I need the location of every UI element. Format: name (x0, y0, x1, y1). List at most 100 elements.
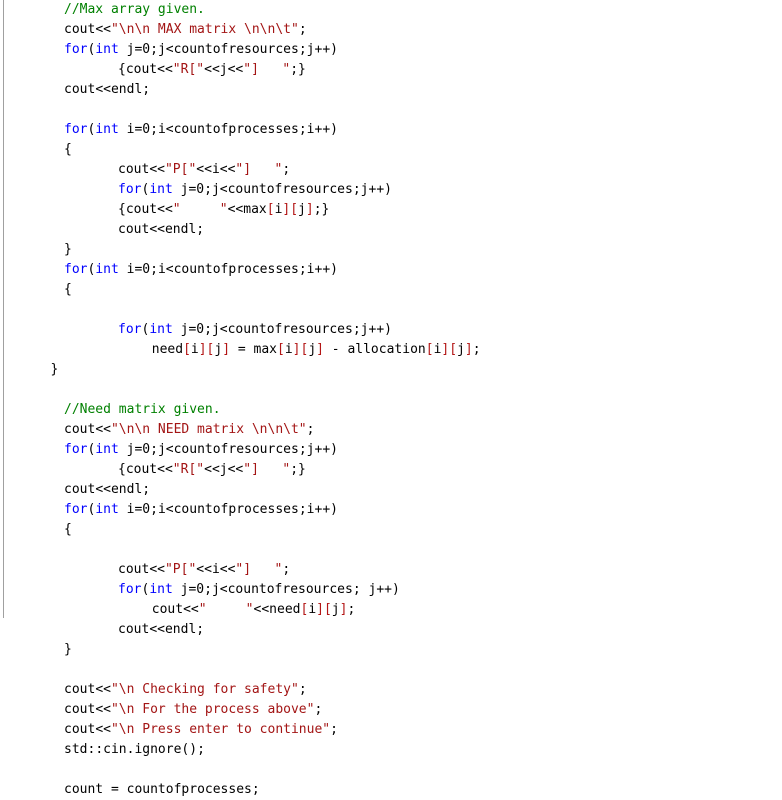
code-token: cout (64, 482, 96, 497)
code-token: 0 (142, 262, 151, 277)
code-line[interactable]: cout<<"\n\n NEED matrix \n\n\t"; (0, 420, 782, 440)
code-token: ; (313, 202, 322, 217)
code-token: ; (204, 182, 212, 197)
code-token: j (457, 342, 465, 357)
code-line[interactable]: for(int j=0;j<countofresources;j++) (0, 180, 782, 200)
code-token: ; (352, 182, 361, 197)
code-token: + (322, 262, 331, 277)
code-line[interactable] (0, 660, 782, 680)
code-line[interactable]: cout<<endl; (0, 480, 782, 500)
code-line[interactable]: {cout<<"R["<<j<<"] ";} (0, 60, 782, 80)
code-token: j (331, 602, 340, 617)
code-token: 0 (142, 42, 151, 57)
code-listing[interactable]: //Max array given. cout<<"\n\n MAX matrix… (0, 0, 782, 800)
code-token: < (219, 322, 228, 337)
code-line[interactable]: for(int j=0;j<countofresources;j++) (0, 40, 782, 60)
code-token: = (237, 342, 246, 357)
code-line[interactable]: for(int i=0;i<countofprocesses;i++) (0, 500, 782, 520)
code-editor-pane[interactable]: //Max array given. cout<<"\n\n MAX matrix… (0, 0, 782, 797)
code-token: countofprocesses (173, 502, 299, 517)
code-token: < (261, 602, 270, 617)
code-line[interactable]: //Max array given. (0, 0, 782, 20)
code-token: for (118, 582, 142, 597)
code-line[interactable]: cout<<" "<<need[i][j]; (0, 600, 782, 620)
code-line[interactable]: cout<<"P["<<i<<"] "; (0, 160, 782, 180)
code-token: < (157, 622, 165, 637)
code-token: < (149, 622, 158, 637)
code-line[interactable]: //Need matrix given. (0, 400, 782, 420)
code-token: max (253, 342, 277, 357)
code-token: + (322, 42, 331, 57)
code-line[interactable]: } (0, 240, 782, 260)
code-line[interactable]: cout<<"P["<<i<<"] "; (0, 560, 782, 580)
code-token: + (322, 442, 331, 457)
code-token: + (376, 182, 385, 197)
code-token: "\n Press enter to continue" (110, 722, 331, 737)
code-line[interactable] (0, 760, 782, 780)
code-token: ; (204, 582, 212, 597)
code-comment: //Need matrix given. (64, 402, 221, 417)
code-line[interactable]: cout<<"\n Checking for safety"; (0, 680, 782, 700)
code-line[interactable]: for(int j=0;j<countofresources;j++) (0, 320, 782, 340)
code-token: ignore (134, 742, 182, 757)
code-token: countofprocesses (173, 122, 299, 137)
code-token: [ (277, 342, 285, 357)
code-line[interactable]: cout<<"\n For the process above"; (0, 700, 782, 720)
code-token: < (103, 22, 111, 37)
code-token: ; (196, 622, 205, 637)
code-line[interactable]: cout<<endl; (0, 80, 782, 100)
code-line[interactable]: count = countofprocesses; (0, 780, 782, 800)
code-line[interactable]: { (0, 140, 782, 160)
code-token: i (308, 602, 317, 617)
code-token: ) (391, 582, 400, 597)
code-token: [ (266, 202, 275, 217)
code-line[interactable] (0, 540, 782, 560)
code-token: "] " (235, 562, 283, 577)
code-token: ; (298, 442, 307, 457)
code-token: for (64, 122, 88, 137)
code-token: countofresources (227, 322, 353, 337)
code-token: "P[" (164, 162, 197, 177)
code-token: < (95, 422, 104, 437)
code-line[interactable]: {cout<<"R["<<j<<"] ";} (0, 460, 782, 480)
code-token: ( (181, 742, 190, 757)
code-line[interactable]: } (0, 360, 782, 380)
code-token: + (376, 322, 385, 337)
code-token: 0 (142, 122, 151, 137)
code-token: "R[" (172, 462, 205, 477)
code-line[interactable]: for(int j=0;j<countofresources; j++) (0, 580, 782, 600)
code-line[interactable]: cout<<"\n\n MAX matrix \n\n\t"; (0, 20, 782, 40)
code-token: j (157, 42, 166, 57)
code-token: ; (197, 742, 205, 757)
code-token: < (103, 422, 111, 437)
code-line[interactable] (0, 100, 782, 120)
code-line[interactable]: for(int j=0;j<countofresources;j++) (0, 440, 782, 460)
code-line[interactable] (0, 380, 782, 400)
code-token: ; (290, 462, 299, 477)
code-token: int (95, 42, 119, 57)
code-line[interactable] (0, 300, 782, 320)
code-token: ) (330, 442, 338, 457)
code-token: countofresources (227, 582, 353, 597)
code-token: i (157, 502, 166, 517)
code-line[interactable]: cout<<endl; (0, 220, 782, 240)
code-token: ; (347, 602, 356, 617)
code-line[interactable]: std::cin.ignore(); (0, 740, 782, 760)
code-line[interactable]: need[i][j] = max[i][j] - allocation[i][j… (0, 340, 782, 360)
code-token: for (118, 182, 142, 197)
code-line[interactable]: { (0, 280, 782, 300)
code-line[interactable]: {cout<<" "<<max[i][j];} (0, 200, 782, 220)
code-token: } (321, 202, 330, 217)
code-line[interactable]: } (0, 640, 782, 660)
code-line[interactable]: cout<<endl; (0, 620, 782, 640)
code-token: < (157, 62, 165, 77)
code-line[interactable]: cout<<"\n Press enter to continue"; (0, 720, 782, 740)
code-line[interactable]: for(int i=0;i<countofprocesses;i++) (0, 260, 782, 280)
code-token: i (211, 162, 220, 177)
code-line[interactable]: for(int i=0;i<countofprocesses;i++) (0, 120, 782, 140)
code-token: < (211, 62, 220, 77)
code-token: need (151, 342, 184, 357)
code-line[interactable]: { (0, 520, 782, 540)
